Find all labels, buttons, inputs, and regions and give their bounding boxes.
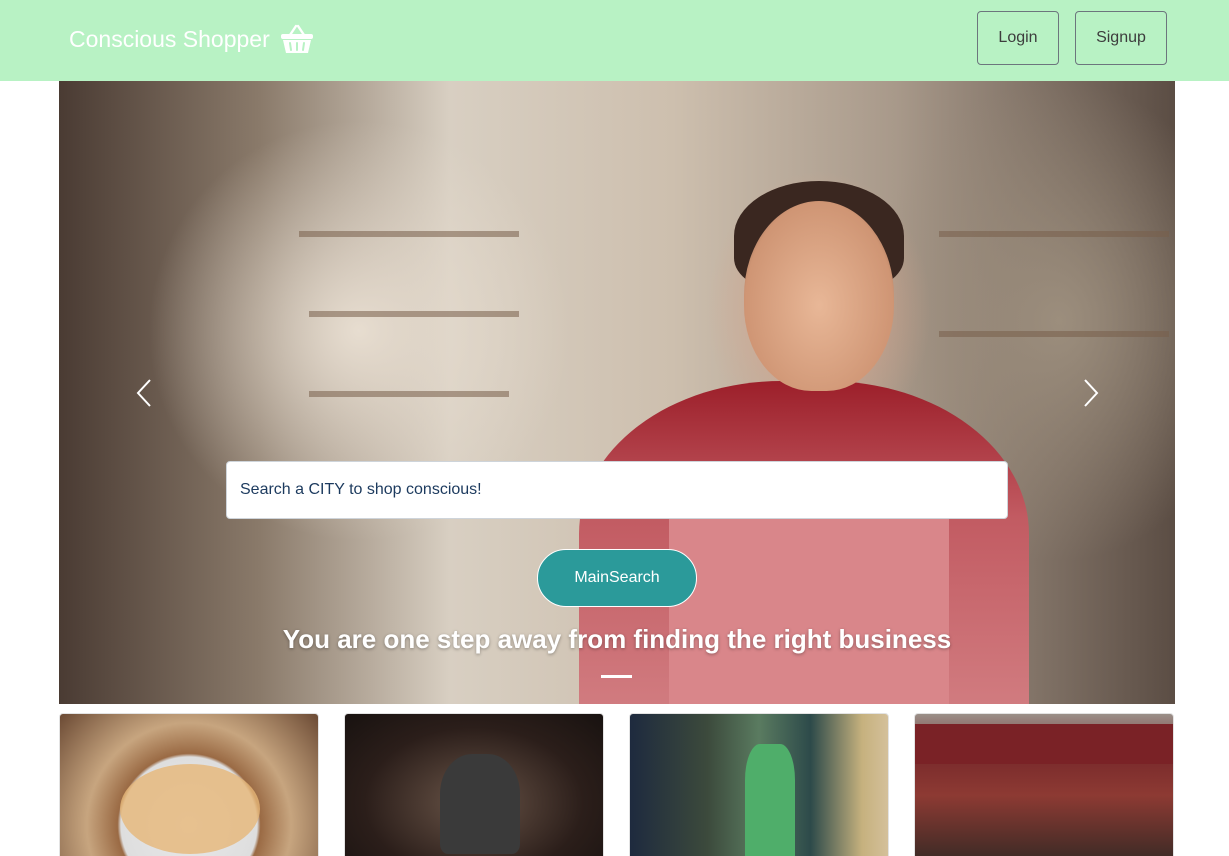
business-card-image[interactable] xyxy=(59,713,319,856)
brand-name: Conscious Shopper xyxy=(69,25,270,52)
chevron-left-icon xyxy=(136,379,151,407)
hero-caption: You are one step away from finding the r… xyxy=(282,624,952,654)
carousel-prev-button[interactable] xyxy=(129,378,159,408)
chevron-right-icon xyxy=(1084,379,1099,407)
signup-button[interactable]: Signup xyxy=(1075,11,1167,65)
business-card-image[interactable] xyxy=(629,713,889,856)
carousel-next-button[interactable] xyxy=(1076,378,1106,408)
carousel-indicator[interactable] xyxy=(601,675,632,678)
brand-link[interactable]: Conscious Shopper xyxy=(69,22,314,56)
city-search-input[interactable] xyxy=(226,461,1008,519)
hero-carousel xyxy=(59,81,1175,704)
business-card-image[interactable] xyxy=(914,713,1174,856)
main-search-button[interactable]: MainSearch xyxy=(537,549,697,607)
login-button[interactable]: Login xyxy=(977,11,1059,65)
business-card-image[interactable] xyxy=(344,713,604,856)
navbar: Conscious Shopper Login Signup xyxy=(0,0,1229,81)
shopping-basket-icon xyxy=(280,23,314,55)
